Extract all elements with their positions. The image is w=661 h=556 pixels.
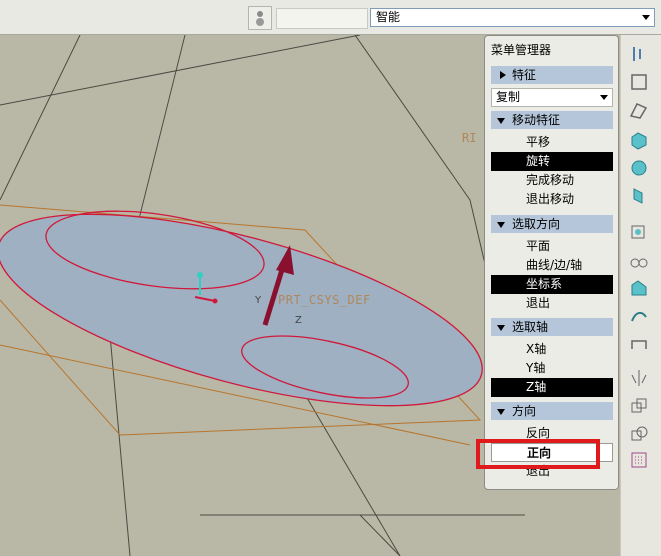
chevron-down-icon[interactable]	[600, 95, 608, 100]
shell-icon[interactable]	[628, 305, 650, 327]
menu-item-plane[interactable]: 平面	[491, 237, 613, 256]
intersect-icon[interactable]	[628, 423, 650, 445]
menu-item-x-axis[interactable]: X轴	[491, 340, 613, 359]
hole-icon[interactable]	[628, 220, 650, 242]
chevron-down-icon[interactable]	[642, 15, 650, 20]
extrude-icon[interactable]	[628, 129, 650, 151]
select-direction-section-header[interactable]: 选取方向	[491, 215, 613, 233]
rib-icon[interactable]	[628, 333, 650, 355]
triangle-down-icon	[497, 325, 505, 331]
svg-text:Y: Y	[254, 295, 262, 306]
selection-filter-dropdown[interactable]: 智能	[370, 8, 655, 27]
model-tree-icon[interactable]	[248, 6, 272, 30]
merge-icon[interactable]	[628, 395, 650, 417]
copy-dropdown[interactable]: 复制	[491, 88, 613, 107]
sketch-icon[interactable]	[628, 99, 650, 121]
round-icon[interactable]	[628, 249, 650, 271]
triangle-down-icon	[497, 118, 505, 124]
menu-item-curve-edge-axis[interactable]: 曲线/边/轴	[491, 256, 613, 275]
menu-item-z-axis[interactable]: Z轴	[491, 378, 613, 397]
move-feature-section-header[interactable]: 移动特征	[491, 111, 613, 129]
menu-item-y-axis[interactable]: Y轴	[491, 359, 613, 378]
selection-filter-value: 智能	[376, 10, 401, 24]
feature-section-header[interactable]: 特征	[491, 66, 613, 84]
triangle-down-icon	[497, 222, 505, 228]
annotation-highlight-box	[476, 439, 600, 469]
chamfer-icon[interactable]	[628, 277, 650, 299]
triangle-down-icon	[497, 409, 505, 415]
direction-section-header[interactable]: 方向	[491, 402, 613, 420]
blank-field	[276, 8, 368, 29]
menu-item-quit-direction[interactable]: 退出	[491, 294, 613, 313]
top-toolbar: 智能	[0, 0, 661, 35]
menu-item-done-move[interactable]: 完成移动	[491, 171, 613, 190]
datum-label: RI	[462, 131, 476, 145]
menu-item-translate[interactable]: 平移	[491, 133, 613, 152]
menu-item-csys[interactable]: 坐标系	[491, 275, 613, 294]
svg-text:Z: Z	[295, 315, 302, 326]
sweep-icon[interactable]	[628, 185, 650, 207]
csys-label: PRT_CSYS_DEF	[278, 293, 371, 307]
menu-manager-title: 菜单管理器	[491, 43, 552, 57]
mirror-icon[interactable]	[628, 367, 650, 389]
revolve-icon[interactable]	[628, 157, 650, 179]
pattern-icon[interactable]	[628, 449, 650, 471]
datum-axis-icon[interactable]	[628, 43, 650, 65]
right-toolbar	[620, 35, 661, 556]
menu-manager: 菜单管理器 特征 复制 移动特征 平移 旋转 完成移动 退出移动 选取方向 平面…	[484, 35, 619, 490]
menu-item-rotate[interactable]: 旋转	[491, 152, 613, 171]
menu-item-quit-move[interactable]: 退出移动	[491, 190, 613, 209]
triangle-right-icon	[500, 71, 506, 79]
select-axis-section-header[interactable]: 选取轴	[491, 318, 613, 336]
datum-plane-icon[interactable]	[628, 71, 650, 93]
